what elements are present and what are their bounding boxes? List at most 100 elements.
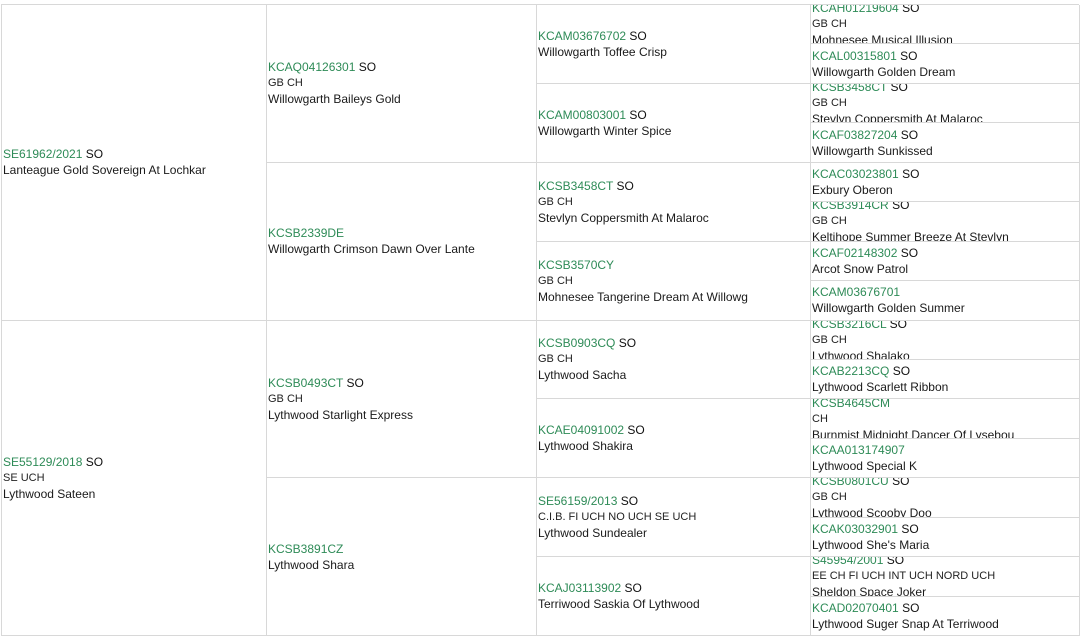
dog-name: Lythwood Scarlett Ribbon: [812, 380, 949, 395]
generation-2-ancestor-cell: KCSB0493CT SO GB CH Lythwood Starlight Exp…: [267, 320, 537, 479]
registration-line: KCSB3458CT SO: [538, 178, 810, 194]
colour-code: SO: [629, 107, 647, 122]
registration-line: KCSB2339DE: [268, 225, 536, 241]
generation-4-ancestor-cell: KCAD02070401 SO Lythwood Suger Snap At Te…: [811, 596, 1080, 636]
registration-number-link[interactable]: KCAH01219604: [812, 5, 899, 15]
registration-line: KCAJ03113902 SO: [538, 580, 810, 596]
registration-number-link[interactable]: SE55129/2018: [3, 455, 82, 469]
registration-number-link[interactable]: KCAB2213CQ: [812, 364, 889, 378]
registration-line: KCAM00803001 SO: [538, 107, 810, 123]
generation-3-ancestor-cell: KCAM00803001 SO Willowgarth Winter Spice: [537, 83, 811, 163]
colour-code: SO: [902, 5, 920, 16]
colour-code: SO: [902, 600, 920, 615]
generation-4-ancestor-cell: S45954/2001 SO EE CH FI UCH INT UCH NORD …: [811, 557, 1080, 597]
dog-name: Lythwood Starlight Express: [268, 407, 413, 422]
registration-line: KCAF02148302 SO: [812, 245, 1079, 261]
registration-line: KCAM03676701: [812, 284, 1079, 300]
registration-number-link[interactable]: KCSB3891CZ: [268, 542, 343, 556]
colour-code: SO: [358, 60, 377, 75]
registration-number-link[interactable]: KCSB3914CR: [812, 202, 889, 212]
registration-number-link[interactable]: KCAK03032901: [812, 522, 898, 536]
colour-code: SO: [618, 336, 637, 351]
dog-titles: EE CH FI UCH INT UCH NORD UCH: [812, 570, 996, 583]
generation-4-ancestor-cell: KCAC03023801 SO Exbury Oberon: [811, 162, 1080, 203]
registration-number-link[interactable]: KCSB2339DE: [268, 226, 344, 240]
registration-number-link[interactable]: KCAL00315801: [812, 49, 897, 63]
dog-name: Willowgarth Baileys Gold: [268, 92, 401, 107]
registration-number-link[interactable]: KCSB3458CT: [538, 179, 613, 193]
registration-number-link[interactable]: KCAM00803001: [538, 108, 626, 122]
registration-number-link[interactable]: KCSB4645CM: [812, 399, 890, 409]
colour-code: SO: [902, 166, 920, 181]
registration-number-link[interactable]: SE61962/2021: [3, 147, 82, 161]
dog-titles: GB CH: [812, 97, 847, 110]
colour-code: SO: [901, 521, 919, 536]
registration-number-link[interactable]: KCAF03827204: [812, 128, 897, 142]
dog-name: Willowgarth Toffee Crisp: [538, 44, 667, 59]
dog-name: Burnmist Midnight Dancer Of Lysebou: [812, 427, 1015, 439]
dog-name: Stevlyn Coppersmith At Malaroc: [812, 112, 983, 124]
dog-name: Lythwood Suger Snap At Terriwood: [812, 616, 999, 631]
registration-number-link[interactable]: KCSB0903CQ: [538, 336, 615, 350]
dog-titles: GB CH: [812, 215, 847, 228]
registration-number-link[interactable]: KCSB0801CU: [812, 478, 889, 488]
registration-line: KCAQ04126301 SO: [268, 59, 536, 75]
generation-3-ancestor-cell: KCAM03676702 SO Willowgarth Toffee Crisp: [537, 5, 811, 84]
registration-number-link[interactable]: SE56159/2013: [538, 494, 617, 508]
dog-name: Sheldon Space Joker: [812, 585, 927, 597]
dog-titles: GB CH: [268, 392, 303, 405]
dog-name: Stevlyn Coppersmith At Malaroc: [538, 210, 709, 225]
registration-number-link[interactable]: KCSB3216CL: [812, 321, 886, 331]
generation-4-ancestor-cell: KCSB3458CT SO GB CH Stevlyn Coppersmith At…: [811, 83, 1080, 124]
registration-line: S45954/2001 SO: [812, 557, 1079, 568]
dog-name: Willowgarth Crimson Dawn Over Lante: [268, 242, 475, 257]
registration-line: SE55129/2018 SO: [3, 454, 266, 470]
registration-number-link[interactable]: KCSB3570CY: [538, 258, 614, 272]
registration-line: KCSB3458CT SO: [812, 84, 1079, 95]
dog-name: Lythwood Shalako: [812, 348, 910, 360]
dog-name: Keltihope Summer Breeze At Stevlyn: [812, 230, 1009, 242]
generation-3-ancestor-cell: KCAE04091002 SO Lythwood Shakira: [537, 399, 811, 479]
colour-code: SO: [900, 245, 919, 260]
generation-4-ancestor-cell: KCSB3216CL SO GB CH Lythwood Shalako: [811, 320, 1080, 360]
registration-number-link[interactable]: KCSB0493CT: [268, 376, 343, 390]
registration-number-link[interactable]: KCAJ03113902: [538, 581, 621, 595]
registration-number-link[interactable]: KCAD02070401: [812, 601, 899, 615]
dog-name: Lythwood Special K: [812, 459, 917, 474]
registration-number-link[interactable]: KCAQ04126301: [268, 60, 355, 74]
dog-name: Lythwood She's Maria: [812, 537, 930, 552]
registration-number-link[interactable]: KCAM03676701: [812, 285, 900, 299]
dog-name: Willowgarth Winter Spice: [538, 123, 672, 138]
registration-number-link[interactable]: KCAE04091002: [538, 423, 624, 437]
colour-code: SO: [629, 28, 647, 43]
registration-number-link[interactable]: KCAF02148302: [812, 246, 897, 260]
generation-2-ancestor-cell: KCSB2339DE Willowgarth Crimson Dawn Over …: [267, 162, 537, 321]
generation-3-ancestor-cell: KCSB0903CQ SO GB CH Lythwood Sacha: [537, 320, 811, 400]
generation-4-ancestor-cell: KCSB0801CU SO GB CH Lythwood Scooby Doo: [811, 478, 1080, 518]
colour-code: SO: [892, 202, 910, 213]
registration-line: KCSB3891CZ: [268, 541, 536, 557]
registration-number-link[interactable]: KCAA013174907: [812, 443, 905, 457]
dog-titles: C.I.B. FI UCH NO UCH SE UCH: [538, 511, 697, 524]
registration-line: KCSB3914CR SO: [812, 202, 1079, 213]
registration-number-link[interactable]: KCAM03676702: [538, 29, 626, 43]
generation-4-ancestor-cell: KCAF03827204 SO Willowgarth Sunkissed: [811, 123, 1080, 163]
colour-code: SO: [886, 557, 905, 568]
dog-titles: SE UCH: [3, 471, 45, 484]
registration-line: KCAB2213CQ SO: [812, 363, 1079, 379]
registration-number-link[interactable]: KCAC03023801: [812, 167, 899, 181]
registration-line: SE61962/2021 SO: [3, 146, 266, 162]
generation-3-ancestor-cell: KCSB3458CT SO GB CH Stevlyn Coppersmith At…: [537, 162, 811, 242]
registration-number-link[interactable]: S45954/2001: [812, 557, 883, 567]
registration-line: SE56159/2013 SO: [538, 493, 810, 509]
generation-3-ancestor-cell: KCAJ03113902 SO Terriwood Saskia Of Lythw…: [537, 557, 811, 636]
generation-4-ancestor-cell: KCAL00315801 SO Willowgarth Golden Dream: [811, 44, 1080, 84]
dog-name: Lythwood Sacha: [538, 368, 627, 383]
colour-code: SO: [85, 454, 104, 469]
dog-titles: GB CH: [538, 195, 573, 208]
registration-line: KCSB0493CT SO: [268, 375, 536, 391]
registration-number-link[interactable]: KCSB3458CT: [812, 84, 887, 94]
dog-name: Lythwood Shakira: [538, 439, 633, 454]
dog-name: Arcot Snow Patrol: [812, 261, 909, 276]
dog-name: Mohnesee Musical Illusion: [812, 33, 953, 45]
